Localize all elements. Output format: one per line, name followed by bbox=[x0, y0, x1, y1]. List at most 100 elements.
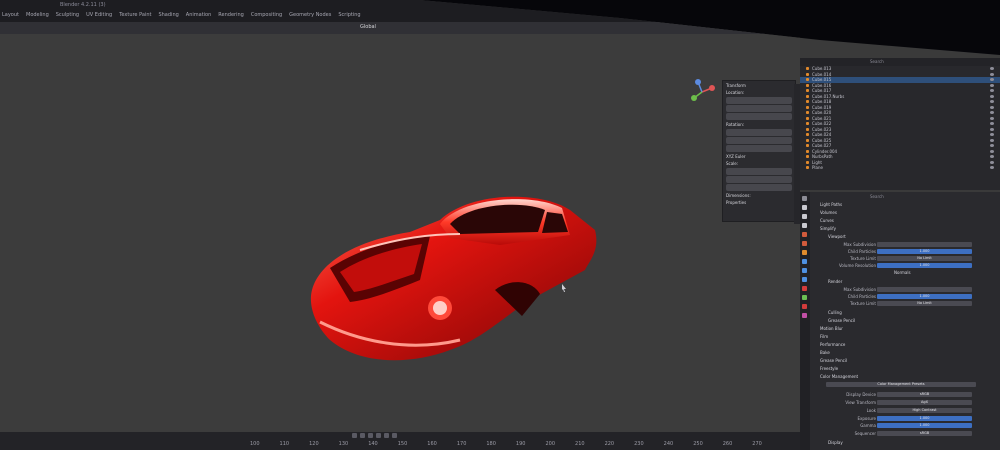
properties-header[interactable]: Properties bbox=[726, 200, 792, 205]
workspace-tab[interactable]: Layout bbox=[2, 12, 19, 18]
scale-z-field[interactable] bbox=[726, 184, 792, 191]
workspace-tab[interactable]: Animation bbox=[186, 12, 212, 18]
eye-icon[interactable] bbox=[990, 78, 994, 81]
eye-icon[interactable] bbox=[990, 67, 994, 70]
display-device-dropdown[interactable]: sRGB bbox=[877, 392, 972, 397]
look-dropdown[interactable]: High Contrast bbox=[877, 408, 972, 413]
section-display[interactable]: Display bbox=[828, 440, 843, 445]
eye-icon[interactable] bbox=[990, 72, 994, 76]
physics-tab-icon[interactable] bbox=[802, 277, 807, 282]
gamma-field[interactable]: 1.000 bbox=[877, 423, 972, 428]
step-back-icon[interactable] bbox=[360, 433, 365, 438]
section-simplify[interactable]: Simplify bbox=[820, 226, 836, 231]
navigation-gizmo[interactable] bbox=[688, 78, 716, 106]
scale-x-field[interactable] bbox=[726, 168, 792, 175]
3d-viewport[interactable]: Global Transform Location: Rotation: XYZ… bbox=[0, 22, 800, 450]
r-child-particles-field[interactable]: 1.000 bbox=[877, 294, 972, 299]
eye-icon[interactable] bbox=[990, 138, 994, 142]
rotation-y-field[interactable] bbox=[726, 137, 792, 144]
outliner[interactable]: Search Cube.013 Cube.014 Cube.015 Cube.016 C… bbox=[800, 58, 1000, 190]
section-culling[interactable]: Culling bbox=[828, 310, 842, 315]
tool-tab-icon[interactable] bbox=[802, 196, 807, 201]
texture-tab-icon[interactable] bbox=[802, 313, 807, 318]
scene-tab-icon[interactable] bbox=[802, 232, 807, 237]
playback-controls[interactable] bbox=[352, 433, 397, 438]
section-color-management[interactable]: Color Management bbox=[820, 374, 858, 379]
eye-icon[interactable] bbox=[990, 105, 994, 109]
eye-icon[interactable] bbox=[990, 155, 994, 158]
properties-search[interactable]: Search bbox=[870, 194, 884, 199]
workspace-tab[interactable]: Modeling bbox=[26, 12, 49, 18]
rotation-mode-dropdown[interactable]: XYZ Euler bbox=[726, 154, 792, 159]
exposure-field[interactable]: 1.000 bbox=[877, 416, 972, 421]
material-tab-icon[interactable] bbox=[802, 304, 807, 309]
outliner-search[interactable]: Search bbox=[870, 59, 884, 64]
timeline[interactable]: 100 110 120 130 140 150 160 170 180 190 200 210 220 2… bbox=[0, 432, 800, 450]
workspace-tab[interactable]: Texture Paint bbox=[119, 12, 151, 18]
eye-icon[interactable] bbox=[990, 127, 994, 131]
red-car-model[interactable] bbox=[300, 190, 605, 370]
location-x-field[interactable] bbox=[726, 97, 792, 104]
workspace-tab[interactable]: Shading bbox=[158, 12, 178, 18]
eye-icon[interactable] bbox=[990, 94, 994, 98]
workspace-tab[interactable]: Geometry Nodes bbox=[289, 12, 331, 18]
particles-tab-icon[interactable] bbox=[802, 268, 807, 273]
eye-icon[interactable] bbox=[990, 100, 994, 103]
color-presets-dropdown[interactable]: Color Management Presets bbox=[826, 382, 976, 387]
section-curves[interactable]: Curves bbox=[820, 218, 834, 223]
properties-editor[interactable]: Search Light Paths Volumes Curves Simpli… bbox=[800, 192, 1000, 450]
modifier-tab-icon[interactable] bbox=[802, 259, 807, 264]
frame-ruler[interactable]: 100 110 120 130 140 150 160 170 180 190 200 210 220 2… bbox=[250, 441, 762, 447]
section-render[interactable]: Render bbox=[828, 279, 842, 284]
step-forward-icon[interactable] bbox=[384, 433, 389, 438]
section-volumes[interactable]: Volumes bbox=[820, 210, 837, 215]
section-bake[interactable]: Bake bbox=[820, 350, 830, 355]
eye-icon[interactable] bbox=[990, 83, 994, 87]
jump-end-icon[interactable] bbox=[392, 433, 397, 438]
eye-icon[interactable] bbox=[990, 166, 994, 169]
render-tab-icon[interactable] bbox=[802, 205, 807, 210]
vp-texture-limit-dropdown[interactable]: No Limit bbox=[877, 256, 972, 261]
eye-icon[interactable] bbox=[990, 149, 994, 153]
eye-icon[interactable] bbox=[990, 133, 994, 136]
eye-icon[interactable] bbox=[990, 122, 994, 125]
section-freestyle[interactable]: Freestyle bbox=[820, 366, 838, 371]
vp-max-subdiv-field[interactable] bbox=[877, 242, 972, 247]
jump-start-icon[interactable] bbox=[352, 433, 357, 438]
workspace-tab[interactable]: Rendering bbox=[218, 12, 244, 18]
sequencer-dropdown[interactable]: sRGB bbox=[877, 431, 972, 436]
world-tab-icon[interactable] bbox=[802, 241, 807, 246]
r-texture-limit-dropdown[interactable]: No Limit bbox=[877, 301, 972, 306]
section-light-paths[interactable]: Light Paths bbox=[820, 202, 842, 207]
vp-volume-res-field[interactable]: 1.000 bbox=[877, 263, 972, 268]
play-reverse-icon[interactable] bbox=[368, 433, 373, 438]
section-viewport[interactable]: Viewport bbox=[828, 234, 846, 239]
workspace-tab[interactable]: UV Editing bbox=[86, 12, 112, 18]
workspace-tab[interactable]: Scripting bbox=[338, 12, 360, 18]
eye-icon[interactable] bbox=[990, 111, 994, 114]
workspace-tab[interactable]: Sculpting bbox=[56, 12, 79, 18]
eye-icon[interactable] bbox=[990, 116, 994, 120]
normals-checkbox[interactable]: Normals bbox=[894, 270, 911, 275]
output-tab-icon[interactable] bbox=[802, 214, 807, 219]
r-max-subdiv-field[interactable] bbox=[877, 287, 972, 292]
section-grease-pencil[interactable]: Grease Pencil bbox=[828, 318, 855, 323]
rotation-z-field[interactable] bbox=[726, 145, 792, 152]
location-z-field[interactable] bbox=[726, 113, 792, 120]
section-grease-pencil-2[interactable]: Grease Pencil bbox=[820, 358, 847, 363]
eye-icon[interactable] bbox=[990, 160, 994, 164]
location-y-field[interactable] bbox=[726, 105, 792, 112]
outliner-row[interactable]: Plane bbox=[800, 165, 1000, 171]
properties-tabs[interactable] bbox=[800, 192, 810, 450]
transform-orientation-dropdown[interactable]: Global bbox=[360, 24, 376, 30]
section-performance[interactable]: Performance bbox=[820, 342, 845, 347]
transform-header[interactable]: Transform bbox=[726, 83, 792, 88]
view-layer-tab-icon[interactable] bbox=[802, 223, 807, 228]
eye-icon[interactable] bbox=[990, 144, 994, 147]
section-motion-blur[interactable]: Motion Blur bbox=[820, 326, 843, 331]
object-tab-icon[interactable] bbox=[802, 250, 807, 255]
play-icon[interactable] bbox=[376, 433, 381, 438]
constraints-tab-icon[interactable] bbox=[802, 286, 807, 291]
eye-icon[interactable] bbox=[990, 89, 994, 92]
section-film[interactable]: Film bbox=[820, 334, 828, 339]
